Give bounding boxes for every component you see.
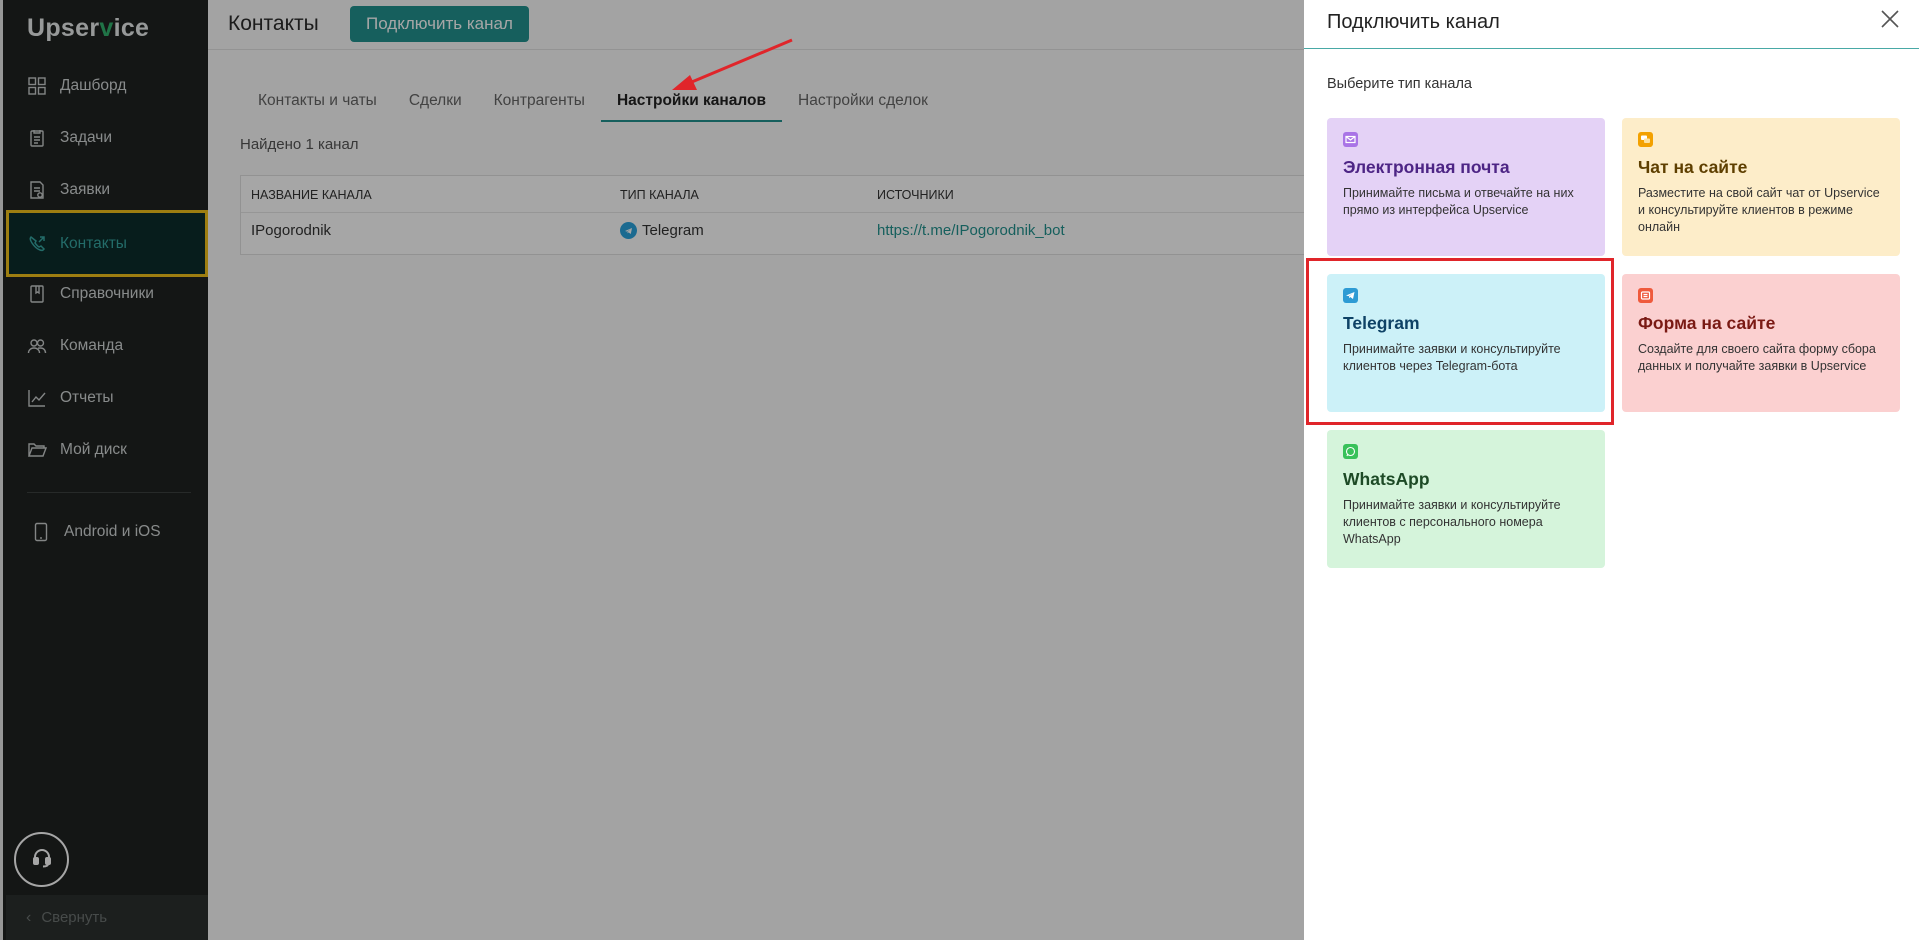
telegram-highlight-annotation [1306,258,1614,425]
drawer-title: Подключить канал [1327,11,1500,33]
close-icon [1881,9,1899,33]
modal-backdrop[interactable] [0,0,1304,940]
card-title: WhatsApp [1343,469,1430,489]
card-title: Чат на сайте [1638,157,1748,177]
channel-card-site-form[interactable]: Форма на сайте Создайте для своего сайта… [1622,274,1900,412]
card-description: Разместите на свой сайт чат от Upservice… [1638,186,1880,234]
form-icon [1638,288,1653,303]
channel-card-email[interactable]: Электронная почта Принимайте письма и от… [1327,118,1605,256]
card-description: Принимайте заявки и консультируйте клиен… [1343,498,1561,546]
card-title: Электронная почта [1343,157,1510,177]
mail-icon [1343,132,1358,147]
channel-card-whatsapp[interactable]: WhatsApp Принимайте заявки и консультиру… [1327,430,1605,568]
drawer-header: Подключить канал [1304,0,1919,49]
card-description: Создайте для своего сайта форму сбора да… [1638,342,1876,373]
channel-card-site-chat[interactable]: Чат на сайте Разместите на свой сайт чат… [1622,118,1900,256]
card-title: Форма на сайте [1638,313,1776,333]
card-description: Принимайте письма и отвечайте на них пря… [1343,186,1574,217]
drawer-subtitle: Выберите тип канала [1327,76,1472,92]
chat-icon [1638,132,1653,147]
whatsapp-icon [1343,444,1358,459]
connect-channel-drawer: Подключить канал Выберите тип канала Эле… [1304,0,1919,940]
close-button[interactable] [1879,9,1901,33]
